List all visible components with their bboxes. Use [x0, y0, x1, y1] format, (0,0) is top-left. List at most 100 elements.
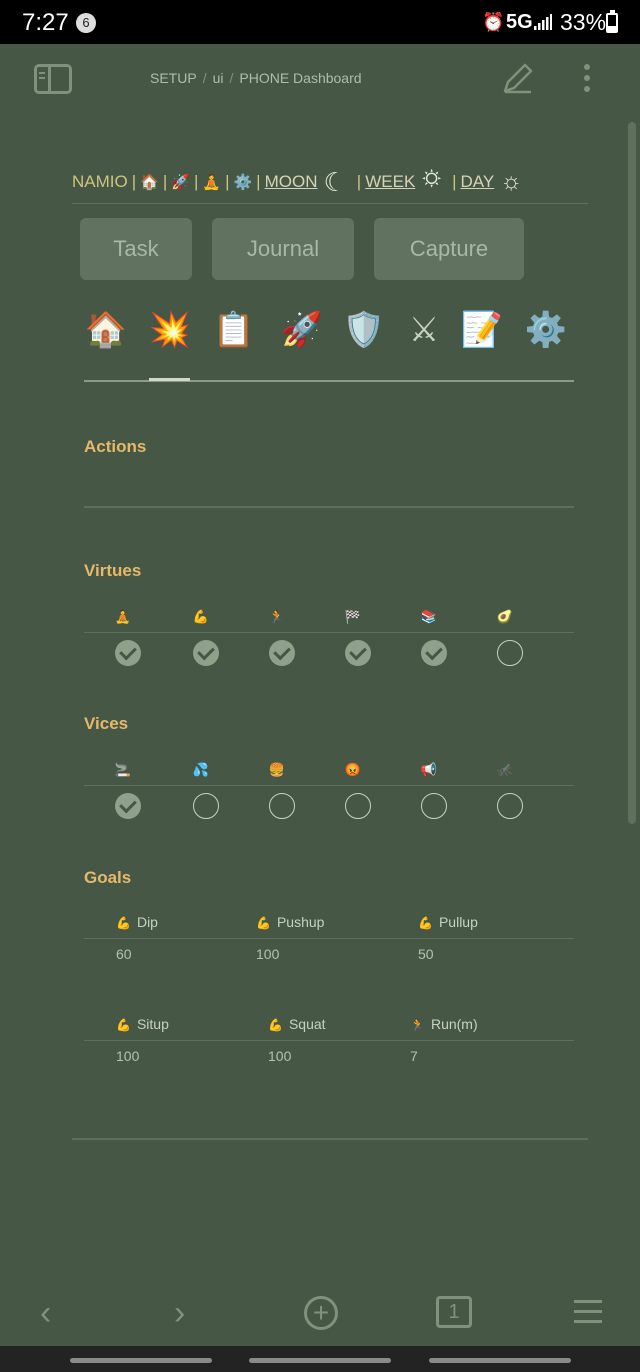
goal-header-pullup: 💪 Pullup — [418, 914, 478, 930]
virtue-checkbox[interactable] — [115, 640, 141, 666]
pipe-separator: | — [452, 172, 457, 191]
journal-button[interactable]: Journal — [212, 218, 354, 280]
rocket-link-icon[interactable]: 🚀 — [171, 173, 190, 191]
mosquito-icon: 🦟 — [496, 762, 514, 777]
tab-count-button[interactable]: 1 — [436, 1296, 472, 1328]
pipe-separator: | — [356, 172, 362, 191]
goal-header-squat: 💪 Squat — [268, 1016, 326, 1032]
battery-fill — [608, 25, 616, 31]
network-type: 5G — [506, 11, 533, 33]
goal-label: Situp — [136, 1016, 169, 1032]
smoking-icon: 🚬 — [114, 762, 132, 777]
breadcrumb-separator: / — [202, 70, 207, 86]
vice-checkbox[interactable] — [269, 793, 295, 819]
pipe-separator: | — [162, 172, 168, 191]
menu-line — [574, 1300, 602, 1303]
system-back-button[interactable] — [429, 1358, 571, 1363]
divider — [72, 1138, 588, 1140]
sidebar-toggle-icon[interactable] — [34, 64, 72, 94]
goal-value-situp: 100 — [116, 1048, 140, 1064]
meditate-link-icon[interactable]: 🧘 — [202, 173, 221, 191]
megaphone-icon: 📢 — [420, 762, 438, 777]
burger-icon: 🍔 — [268, 762, 286, 777]
tab-settings-icon[interactable]: ⚙️ — [524, 310, 568, 360]
add-icon[interactable]: + — [304, 1296, 338, 1330]
tab-swords-icon[interactable]: ⚔ — [402, 310, 446, 360]
goal-header-situp: 💪 Situp — [116, 1016, 169, 1032]
muscle-icon: 💪 — [116, 1018, 131, 1032]
goal-label: Pushup — [276, 914, 325, 930]
hamburger-menu-icon[interactable] — [574, 1300, 602, 1324]
icon-tab-bar: 🏠 💥 📋 🚀 🛡️ ⚔ 📝 ⚙️ — [84, 308, 574, 382]
virtues-header-row: 🧘 💪 🏃 🏁 📚 🥑 — [84, 609, 574, 633]
goals-heading: Goals — [84, 868, 132, 887]
gear-link-icon[interactable]: ⚙️ — [233, 173, 252, 191]
system-recents-button[interactable] — [70, 1358, 212, 1363]
vice-checkbox[interactable] — [421, 793, 447, 819]
virtue-checkbox[interactable] — [269, 640, 295, 666]
task-button[interactable]: Task — [80, 218, 192, 280]
tab-clipboard-icon[interactable]: 📋 — [212, 310, 256, 360]
more-dot — [584, 64, 590, 70]
breadcrumb-item-setup[interactable]: SETUP — [150, 70, 197, 86]
avocado-icon: 🥑 — [496, 609, 514, 624]
tab-rocket-icon[interactable]: 🚀 — [280, 310, 324, 360]
forward-icon[interactable]: › — [174, 1294, 185, 1333]
breadcrumb-separator: / — [229, 70, 234, 86]
muscle-icon: 💪 — [418, 916, 433, 930]
day-link[interactable]: DAY — [461, 172, 495, 192]
battery-icon — [606, 10, 618, 33]
tab-shield-icon[interactable]: 🛡️ — [342, 310, 386, 360]
day-sun-icon: ☼ — [500, 168, 523, 195]
alarm-icon: ⏰ — [482, 12, 505, 32]
virtue-checkbox[interactable] — [497, 640, 523, 666]
tab-home-icon[interactable]: 🏠 — [84, 310, 128, 360]
top-nav: SETUP / ui / PHONE Dashboard — [0, 44, 640, 114]
more-options-icon[interactable] — [584, 64, 592, 94]
angry-face-icon: 😡 — [344, 762, 362, 777]
breadcrumb-item-ui[interactable]: ui — [213, 70, 224, 86]
muscle-icon: 💪 — [256, 916, 271, 930]
home-link-icon[interactable]: 🏠 — [140, 173, 159, 191]
pipe-separator: | — [131, 172, 137, 191]
scrollbar[interactable] — [628, 122, 636, 824]
goal-header-pushup: 💪 Pushup — [256, 914, 324, 930]
tab-actions-icon[interactable]: 💥 — [148, 310, 192, 360]
back-icon[interactable]: ‹ — [40, 1294, 51, 1333]
tab-notes-icon[interactable]: 📝 — [460, 310, 504, 360]
notification-count-badge: 6 — [76, 13, 96, 33]
brand-link[interactable]: NAMIO — [72, 172, 128, 192]
table-divider — [84, 632, 574, 633]
battery-percentage: 33% — [560, 9, 607, 35]
more-dot — [584, 75, 590, 81]
table-divider — [84, 1040, 574, 1041]
week-link[interactable]: WEEK — [365, 172, 415, 192]
vice-checkbox[interactable] — [497, 793, 523, 819]
vice-checkbox[interactable] — [193, 793, 219, 819]
active-tab-indicator — [149, 378, 190, 381]
goal-label: Dip — [136, 914, 158, 930]
moon-link[interactable]: MOON — [265, 172, 318, 192]
status-bar: 7:27 6 ⏰ 5G 33% — [0, 0, 640, 44]
breadcrumb: SETUP / ui / PHONE Dashboard — [150, 70, 362, 86]
capture-button[interactable]: Capture — [374, 218, 524, 280]
virtue-checkbox[interactable] — [345, 640, 371, 666]
edit-pencil-icon[interactable] — [500, 60, 536, 96]
signal-icon — [534, 14, 552, 30]
virtue-checkbox[interactable] — [421, 640, 447, 666]
sidebar-toggle-line — [39, 72, 45, 74]
breadcrumb-item-page[interactable]: PHONE Dashboard — [239, 70, 361, 86]
vices-heading: Vices — [84, 714, 129, 733]
goal-label: Run(m) — [430, 1016, 478, 1032]
virtues-heading: Virtues — [84, 561, 142, 580]
goal-value-dip: 60 — [116, 946, 132, 962]
muscle-icon: 💪 — [268, 1018, 283, 1032]
sidebar-toggle-line — [39, 77, 45, 79]
vice-checkbox[interactable] — [115, 793, 141, 819]
clock: 7:27 — [22, 9, 69, 36]
bottom-toolbar: ‹ › + 1 — [0, 1282, 640, 1346]
vice-checkbox[interactable] — [345, 793, 371, 819]
system-home-button[interactable] — [249, 1358, 391, 1363]
virtue-checkbox[interactable] — [193, 640, 219, 666]
pipe-separator: | — [225, 172, 230, 191]
